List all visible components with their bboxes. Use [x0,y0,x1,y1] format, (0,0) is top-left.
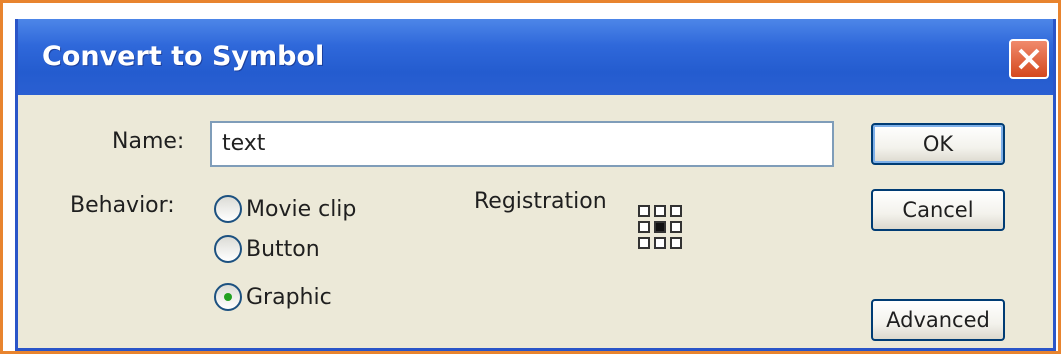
behavior-label: Behavior: [70,193,175,218]
graphic-label: Graphic [246,284,332,310]
registration-grid[interactable] [638,205,688,255]
movie-clip-radio-button[interactable] [214,195,242,223]
registration-middle-right[interactable] [670,221,682,233]
cancel-button[interactable]: Cancel [871,189,1005,231]
registration-bottom-right[interactable] [670,237,682,249]
registration-label: Registration [474,189,607,214]
registration-bottom-left[interactable] [638,237,650,249]
button-radio-button[interactable] [214,235,242,263]
registration-bottom-center[interactable] [654,237,666,249]
close-button[interactable] [1009,39,1049,79]
dialog-title: Convert to Symbol [42,41,325,72]
movie-clip-label: Movie clip [246,196,357,222]
registration-top-center[interactable] [654,205,666,217]
radio-movie-clip[interactable]: Movie clip [214,191,356,227]
registration-top-left[interactable] [638,205,650,217]
radio-button-option[interactable]: Button [214,231,320,267]
name-label: Name: [112,129,185,154]
graphic-radio-button[interactable] [214,283,242,311]
close-icon [1018,48,1040,70]
name-input[interactable]: text [210,121,834,167]
registration-center[interactable] [654,221,666,233]
convert-to-symbol-dialog: Convert to Symbol Name: text Behavior: M… [15,19,1056,351]
title-bar[interactable]: Convert to Symbol [18,19,1053,95]
ok-button[interactable]: OK [871,123,1005,165]
image-frame: Convert to Symbol Name: text Behavior: M… [0,0,1061,354]
radio-graphic[interactable]: Graphic [214,279,332,315]
registration-middle-left[interactable] [638,221,650,233]
advanced-button[interactable]: Advanced [871,299,1005,341]
button-label: Button [246,236,320,262]
registration-top-right[interactable] [670,205,682,217]
